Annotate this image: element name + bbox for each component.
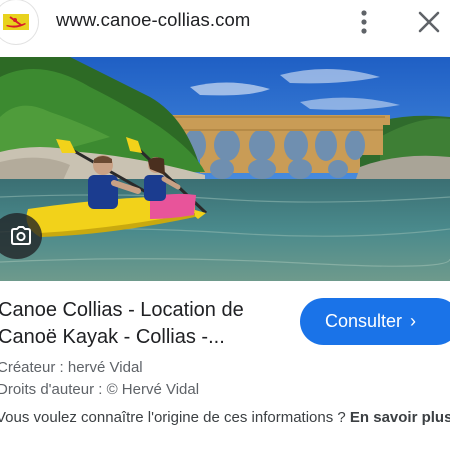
chevron-right-icon: › (410, 311, 417, 331)
top-bar: www.canoe-collias.com (0, 0, 450, 48)
kayak-photo (0, 57, 450, 281)
result-image[interactable] (0, 57, 450, 281)
camera-lens-icon (11, 226, 31, 245)
site-logo (0, 0, 38, 44)
consulter-label: Consulter (325, 311, 403, 331)
close-icon (418, 11, 440, 33)
creator-credit: Créateur : hervé Vidal (0, 359, 143, 376)
title-line-1: Canoe Collias - Location de (0, 299, 244, 321)
close-button[interactable] (416, 9, 442, 35)
more-vert-icon (361, 10, 367, 34)
title-line-2: Canoë Kayak - Collias -... (0, 326, 225, 348)
consulter-button[interactable]: Consulter › (300, 298, 450, 345)
copyright-credit: Droits d'auteur : © Hervé Vidal (0, 381, 200, 398)
more-options-button[interactable] (352, 8, 376, 36)
info-question: Vous voulez connaître l'origine de ces i… (0, 409, 350, 426)
result-title[interactable]: Canoe Collias - Location de Canoë Kayak … (0, 297, 283, 351)
learn-more-link[interactable]: En savoir plus (350, 409, 450, 426)
info-origin-text: Vous voulez connaître l'origine de ces i… (0, 407, 450, 429)
canoe-logo-icon (3, 14, 29, 30)
site-url[interactable]: www.canoe-collias.com (56, 9, 250, 31)
